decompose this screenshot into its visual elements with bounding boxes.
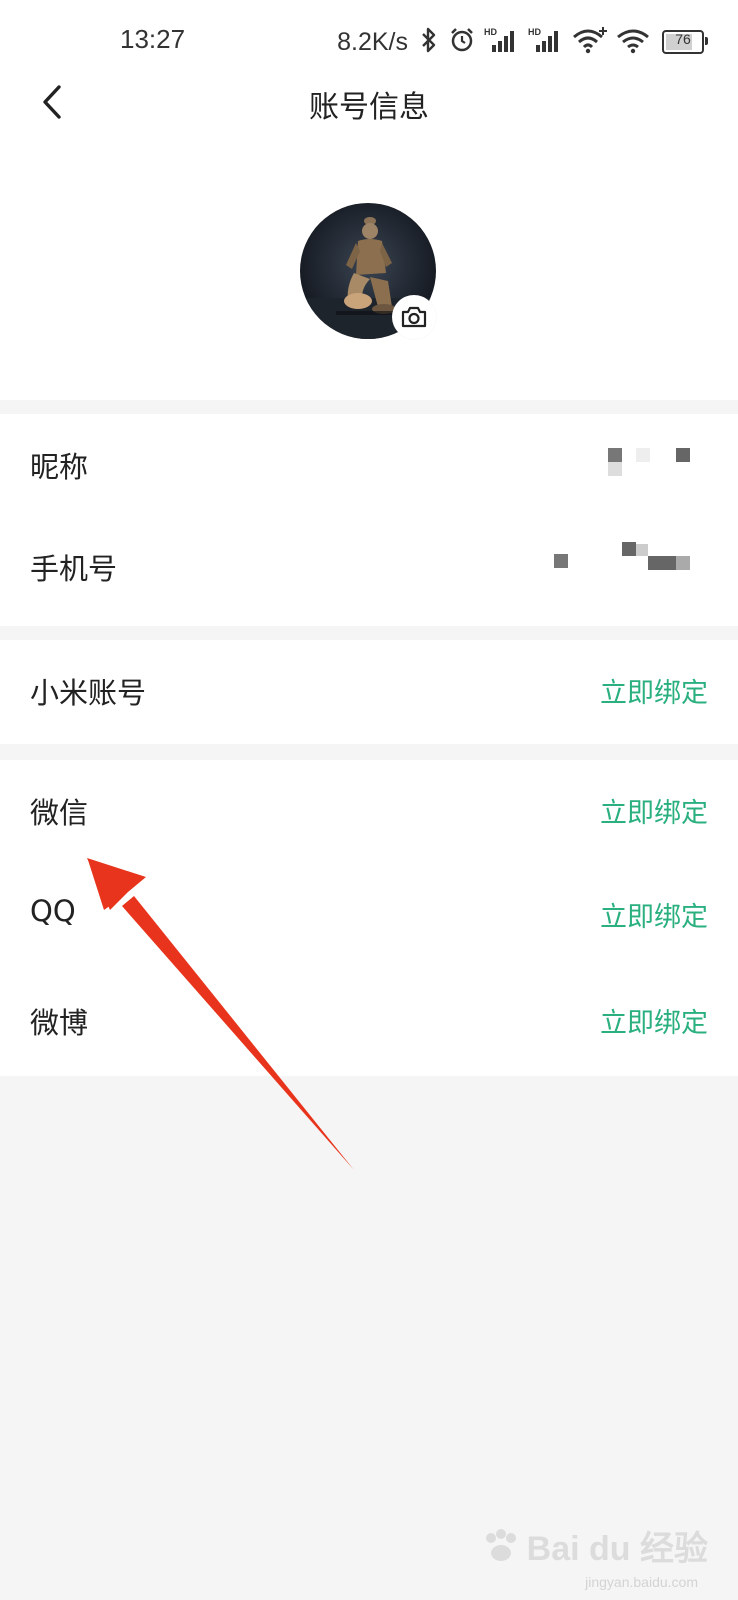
watermark-text: Bai du 经验 — [526, 1530, 708, 1568]
bluetooth-icon — [418, 26, 440, 58]
status-icons: 8.2K/s HD HD 76 — [337, 24, 708, 60]
qq-label: QQ — [30, 894, 76, 928]
social-section: 微信 立即绑定 QQ 立即绑定 微博 立即绑定 — [0, 760, 738, 1076]
change-avatar-button[interactable] — [392, 295, 436, 339]
page-title: 账号信息 — [309, 90, 429, 125]
hd-signal-icon: HD — [484, 26, 520, 58]
header: 账号信息 — [0, 68, 738, 138]
xiaomi-section: 小米账号 立即绑定 — [0, 640, 738, 744]
nickname-row[interactable]: 昵称 — [0, 414, 738, 518]
paw-icon — [485, 1528, 516, 1561]
svg-text:HD: HD — [484, 27, 497, 37]
wifi-plus-icon — [572, 26, 608, 58]
hd-signal-icon: HD — [528, 26, 564, 58]
battery-icon: 76 — [662, 30, 708, 54]
xiaomi-account-label: 小米账号 — [30, 676, 147, 710]
alarm-icon — [448, 26, 476, 58]
xiaomi-bind-button[interactable]: 立即绑定 — [600, 671, 708, 710]
svg-text:HD: HD — [528, 27, 541, 37]
profile-section: 昵称 手机号 — [0, 414, 738, 626]
wifi-icon — [616, 26, 650, 58]
wechat-label: 微信 — [30, 796, 89, 830]
nickname-label: 昵称 — [30, 450, 89, 484]
weibo-label: 微博 — [30, 1006, 89, 1040]
weibo-row[interactable]: 微博 立即绑定 — [0, 970, 738, 1076]
status-time: 13:27 — [120, 24, 186, 54]
phone-label: 手机号 — [30, 552, 118, 586]
weibo-bind-button[interactable]: 立即绑定 — [600, 1001, 708, 1040]
camera-icon — [401, 306, 427, 328]
wechat-bind-button[interactable]: 立即绑定 — [600, 791, 708, 830]
net-speed: 8.2K/s — [337, 27, 408, 56]
watermark-sub: jingyan.baidu.com — [585, 1574, 698, 1590]
wechat-row[interactable]: 微信 立即绑定 — [0, 760, 738, 864]
qq-row[interactable]: QQ 立即绑定 — [0, 864, 738, 970]
watermark: Bai du 经验 — [481, 1521, 708, 1570]
xiaomi-account-row[interactable]: 小米账号 立即绑定 — [0, 640, 738, 744]
phone-row[interactable]: 手机号 — [0, 518, 738, 626]
qq-bind-button[interactable]: 立即绑定 — [600, 895, 708, 934]
battery-level: 76 — [675, 31, 691, 47]
